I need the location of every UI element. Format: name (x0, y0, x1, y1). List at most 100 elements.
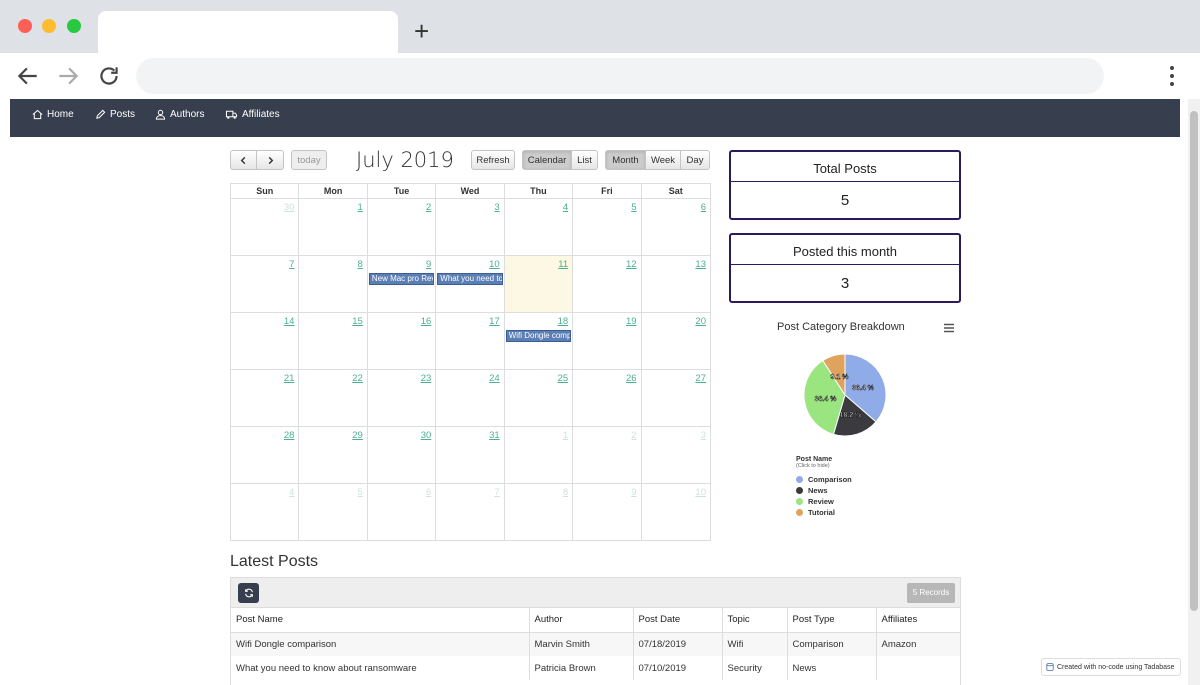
day-number-link[interactable]: 3 (494, 202, 499, 213)
day-number-link[interactable]: 1 (358, 202, 363, 213)
day-number-link[interactable]: 25 (558, 373, 569, 384)
day-number-link[interactable]: 12 (626, 259, 637, 270)
nav-affiliates[interactable]: Affiliates (225, 109, 280, 120)
maximize-window-button[interactable] (67, 19, 81, 33)
day-number-link[interactable]: 17 (489, 316, 500, 327)
calendar-day-cell[interactable]: 13 (642, 256, 710, 312)
nav-home[interactable]: Home (32, 109, 74, 120)
day-number-link[interactable]: 2 (426, 202, 431, 213)
nav-authors[interactable]: Authors (155, 109, 204, 120)
calendar-day-cell[interactable]: 4 (505, 199, 574, 255)
table-row[interactable]: Wifi Dongle comparison Marvin Smith 07/18/… (231, 632, 960, 656)
legend-item[interactable]: Tutorial (796, 507, 852, 518)
nav-posts[interactable]: Posts (95, 109, 135, 120)
back-arrow-icon[interactable] (15, 63, 41, 89)
next-month-button[interactable] (256, 150, 284, 170)
calendar-day-cell[interactable]: 7 (231, 256, 300, 312)
calendar-day-cell[interactable]: 6 (642, 199, 710, 255)
calendar-day-cell[interactable]: 4 (231, 484, 300, 540)
day-number-link[interactable]: 5 (358, 487, 363, 498)
day-number-link[interactable]: 4 (563, 202, 568, 213)
day-number-link[interactable]: 28 (284, 430, 295, 441)
calendar-day-cell[interactable]: 10 What you need to (436, 256, 505, 312)
day-number-link[interactable]: 23 (421, 373, 432, 384)
day-number-link[interactable]: 29 (352, 430, 363, 441)
calendar-day-cell[interactable]: 15 (299, 313, 368, 369)
calendar-day-cell[interactable]: 31 (436, 427, 505, 483)
day-number-link[interactable]: 26 (626, 373, 637, 384)
calendar-day-cell[interactable]: 8 (299, 256, 368, 312)
column-header[interactable]: Author (529, 608, 634, 633)
calendar-day-cell[interactable]: 22 (299, 370, 368, 426)
calendar-day-cell[interactable]: 10 (642, 484, 710, 540)
forward-arrow-icon[interactable] (55, 63, 81, 89)
calendar-day-cell[interactable]: 14 (231, 313, 300, 369)
browser-menu-icon[interactable] (1168, 65, 1176, 87)
day-number-link[interactable]: 20 (695, 316, 706, 327)
column-header[interactable]: Post Type (787, 608, 877, 633)
day-number-link[interactable]: 13 (695, 259, 706, 270)
day-number-link[interactable]: 19 (626, 316, 637, 327)
calendar-day-cell[interactable]: 1 (299, 199, 368, 255)
day-number-link[interactable]: 30 (284, 202, 295, 213)
calendar-day-cell[interactable]: 30 (231, 199, 300, 255)
close-window-button[interactable] (18, 19, 32, 33)
calendar-day-cell[interactable]: 17 (436, 313, 505, 369)
table-row[interactable]: What you need to know about ransomware Pa… (231, 656, 960, 680)
calendar-day-cell[interactable]: 20 (642, 313, 710, 369)
calendar-day-cell[interactable]: 24 (436, 370, 505, 426)
calendar-day-cell[interactable]: 30 (368, 427, 437, 483)
calendar-day-cell[interactable]: 2 (573, 427, 642, 483)
scrollbar-thumb[interactable] (1190, 111, 1198, 611)
refresh-table-button[interactable] (238, 583, 259, 603)
calendar-view-button[interactable]: Calendar (522, 150, 572, 170)
month-view-button[interactable]: Month (605, 150, 646, 170)
calendar-day-cell[interactable]: 29 (299, 427, 368, 483)
chart-menu-icon[interactable] (943, 323, 955, 333)
day-number-link[interactable]: 6 (426, 487, 431, 498)
new-tab-button[interactable]: + (414, 16, 429, 46)
day-number-link[interactable]: 15 (352, 316, 363, 327)
day-number-link[interactable]: 31 (489, 430, 500, 441)
calendar-event[interactable]: New Mac pro Revi (368, 273, 435, 285)
day-number-link[interactable]: 6 (701, 202, 706, 213)
day-number-link[interactable]: 5 (631, 202, 636, 213)
day-number-link[interactable]: 7 (289, 259, 294, 270)
day-number-link[interactable]: 11 (558, 259, 568, 270)
day-view-button[interactable]: Day (680, 150, 710, 170)
reload-icon[interactable] (96, 63, 122, 89)
calendar-day-cell[interactable]: 5 (573, 199, 642, 255)
calendar-day-cell[interactable]: 16 (368, 313, 437, 369)
calendar-day-cell[interactable]: 3 (642, 427, 710, 483)
day-number-link[interactable]: 10 (489, 259, 500, 270)
day-number-link[interactable]: 18 (558, 316, 569, 327)
day-number-link[interactable]: 24 (489, 373, 500, 384)
column-header[interactable]: Topic (722, 608, 788, 633)
calendar-day-cell[interactable]: 27 (642, 370, 710, 426)
calendar-day-cell[interactable]: 5 (299, 484, 368, 540)
calendar-day-cell[interactable]: 8 (505, 484, 574, 540)
day-number-link[interactable]: 9 (426, 259, 431, 270)
browser-tab[interactable] (98, 11, 398, 53)
today-button[interactable]: today (291, 150, 327, 170)
week-view-button[interactable]: Week (645, 150, 681, 170)
page-scrollbar[interactable] (1188, 99, 1200, 685)
calendar-day-cell[interactable]: 7 (436, 484, 505, 540)
prev-month-button[interactable] (230, 150, 257, 170)
calendar-day-cell[interactable]: 25 (505, 370, 574, 426)
list-view-button[interactable]: List (571, 150, 598, 170)
calendar-day-cell[interactable]: 9 New Mac pro Revi (368, 256, 437, 312)
day-number-link[interactable]: 14 (284, 316, 295, 327)
calendar-day-cell[interactable]: 28 (231, 427, 300, 483)
day-number-link[interactable]: 27 (695, 373, 706, 384)
day-number-link[interactable]: 30 (421, 430, 432, 441)
calendar-day-cell[interactable]: 21 (231, 370, 300, 426)
tadabase-badge[interactable]: Created with no-code using Tadabase (1041, 658, 1181, 676)
day-number-link[interactable]: 16 (421, 316, 432, 327)
calendar-event[interactable]: What you need to (437, 273, 503, 285)
calendar-day-cell[interactable]: 3 (436, 199, 505, 255)
calendar-day-cell[interactable]: 6 (368, 484, 437, 540)
day-number-link[interactable]: 9 (631, 487, 636, 498)
day-number-link[interactable]: 8 (563, 487, 568, 498)
calendar-day-cell[interactable]: 12 (573, 256, 642, 312)
